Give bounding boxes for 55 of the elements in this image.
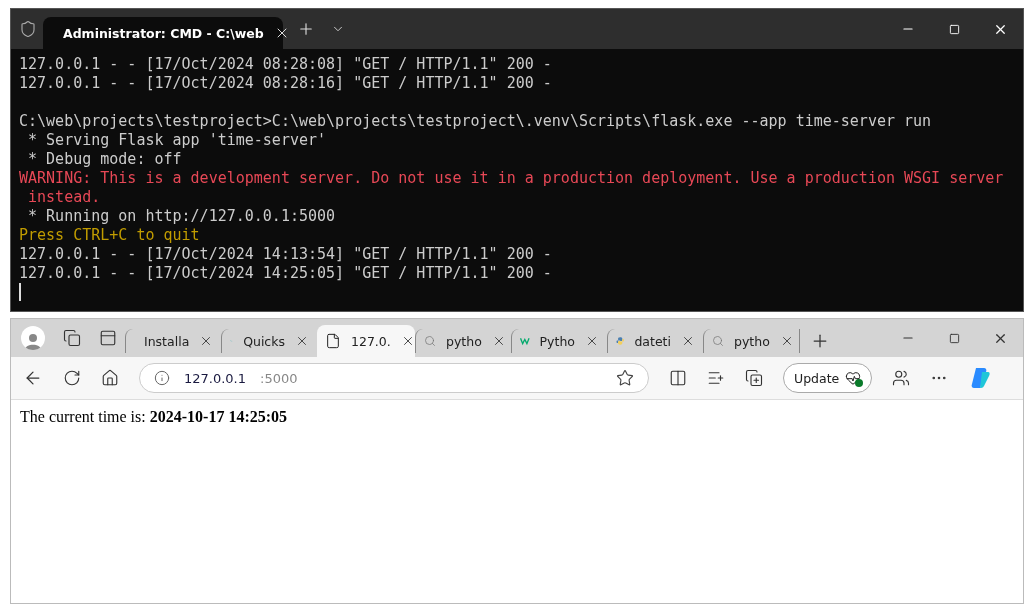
- tab-title: pytho: [446, 333, 482, 349]
- text-cursor: [19, 283, 21, 301]
- console-line: 127.0.0.1 - - [17/Oct/2024 14:25:05] "GET / HTTP/1.1" 200 -: [19, 264, 553, 283]
- refresh-icon[interactable]: [63, 369, 81, 387]
- logo-icon: [520, 335, 530, 347]
- browser-tab[interactable]: Pytho: [511, 329, 607, 353]
- profile-avatar[interactable]: [21, 326, 45, 350]
- maximize-icon: [948, 23, 960, 35]
- page-icon: [325, 333, 341, 349]
- search-icon: [424, 335, 436, 347]
- browser-tab[interactable]: Installa: [125, 329, 221, 353]
- address-bar[interactable]: 127.0.0.1 :5000: [139, 363, 649, 393]
- heart-pulse-icon: [845, 370, 862, 386]
- search-icon: [712, 335, 724, 347]
- workspaces-icon[interactable]: [63, 329, 81, 347]
- page-text: The current time is: 2024-10-17 14:25:05: [20, 408, 288, 425]
- info-icon[interactable]: [154, 370, 170, 386]
- console-line: * Serving Flask app 'time-server': [27, 131, 328, 150]
- warning-line: instead.: [27, 188, 102, 207]
- close-icon[interactable]: [585, 334, 599, 348]
- people-icon[interactable]: [892, 369, 911, 387]
- url-host: 127.0.0.1: [184, 370, 247, 386]
- tab-title: Pytho: [539, 333, 575, 349]
- console-line: C:\web\projects\testproject>C:\web\projects\testproject\.venv\Scripts\flask.exe --app time-server run: [19, 112, 933, 131]
- tab-panel-icon[interactable]: [99, 329, 117, 347]
- console-line: 127.0.0.1 - - [17/Oct/2024 08:28:08] "GET / HTTP/1.1" 200 -: [19, 55, 553, 74]
- alert-dot: [855, 379, 864, 387]
- close-icon[interactable]: [295, 334, 309, 348]
- url-port: :5000: [260, 370, 299, 386]
- tab-title: Administrator: CMD - C:\web: [63, 25, 264, 41]
- tab-title: dateti: [634, 333, 671, 349]
- browser-tab[interactable]: pytho: [703, 329, 799, 353]
- browser-tab[interactable]: dateti: [607, 329, 703, 353]
- home-icon[interactable]: [101, 369, 119, 387]
- console-line: 127.0.0.1 - - [17/Oct/2024 14:13:54] "GET / HTTP/1.1" 200 -: [19, 245, 553, 264]
- console-line: 127.0.0.1 - - [17/Oct/2024 08:28:16] "GET / HTTP/1.1" 200 -: [19, 74, 553, 93]
- browser-tab[interactable]: 127.0.: [317, 325, 415, 357]
- console-line: * Running on http://127.0.0.1:5000: [27, 207, 337, 226]
- notice-line: Press CTRL+C to quit: [19, 226, 201, 245]
- tab-title: Installa: [144, 333, 190, 349]
- close-icon[interactable]: [681, 334, 695, 348]
- tab-title: 127.0.: [351, 333, 391, 349]
- shield-icon: [19, 20, 37, 38]
- star-icon[interactable]: [616, 369, 634, 387]
- tab-title: Quicks: [243, 333, 285, 349]
- plus-icon[interactable]: [297, 20, 315, 38]
- update-button[interactable]: Update: [783, 363, 873, 393]
- console-line: * Debug mode: off: [27, 150, 183, 169]
- collections-icon[interactable]: [745, 369, 763, 387]
- browser-tab[interactable]: pytho: [415, 329, 511, 353]
- tab-title: pytho: [734, 333, 770, 349]
- favorites-icon[interactable]: [707, 369, 725, 387]
- split-screen-icon[interactable]: [669, 369, 687, 387]
- maximize-icon: [948, 332, 960, 344]
- warning-line: WARNING: This is a development server. Do not use it in a production deployment. Use a production WSGI server: [19, 169, 1005, 188]
